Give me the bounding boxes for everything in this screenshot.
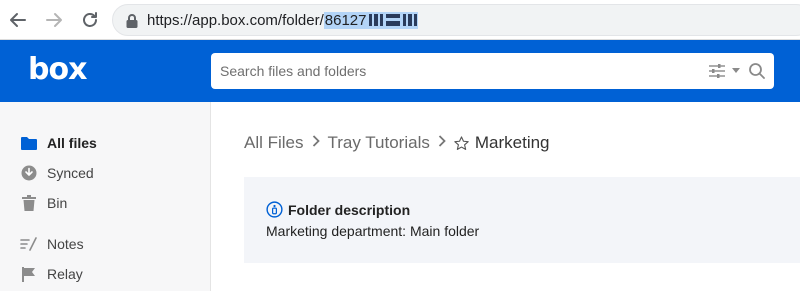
arrow-right-icon bbox=[46, 13, 62, 27]
bin-icon bbox=[20, 194, 38, 212]
search-icon[interactable] bbox=[748, 62, 766, 80]
sidebar-item-label: Bin bbox=[47, 195, 68, 211]
url-base: https://app.box.com/folder/ bbox=[147, 12, 324, 29]
url-text: https://app.box.com/folder/86127 bbox=[147, 11, 419, 31]
filter-sliders-icon[interactable] bbox=[708, 64, 726, 78]
folder-description-title-text: Folder description bbox=[288, 201, 411, 218]
folder-description-text: Marketing department: Main folder bbox=[266, 223, 480, 239]
breadcrumb-item-tray-tutorials[interactable]: Tray Tutorials bbox=[328, 133, 430, 153]
sidebar-item-all-files[interactable]: All files bbox=[20, 132, 97, 154]
sidebar-item-label: All files bbox=[47, 135, 97, 151]
redaction-mark bbox=[369, 14, 384, 26]
chevron-down-icon[interactable] bbox=[732, 68, 740, 74]
address-bar[interactable]: https://app.box.com/folder/86127 bbox=[112, 4, 800, 36]
relay-icon bbox=[20, 265, 38, 283]
notes-icon bbox=[20, 235, 38, 253]
search-bar[interactable]: Search files and folders bbox=[211, 53, 774, 89]
forward-button[interactable] bbox=[42, 8, 66, 32]
chevron-right-icon bbox=[312, 134, 320, 152]
sidebar-item-relay[interactable]: Relay bbox=[20, 263, 83, 285]
sidebar-item-label: Relay bbox=[47, 266, 83, 282]
redaction-mark bbox=[403, 14, 418, 26]
breadcrumb-item-all-files[interactable]: All Files bbox=[244, 133, 304, 153]
redaction-mark bbox=[386, 14, 401, 26]
box-logo[interactable]: box bbox=[28, 54, 87, 86]
sidebar-item-bin[interactable]: Bin bbox=[20, 192, 67, 214]
sidebar-item-label: Notes bbox=[47, 236, 84, 252]
sidebar-item-notes[interactable]: Notes bbox=[20, 233, 84, 255]
info-icon bbox=[266, 201, 283, 218]
url-selected: 86127 bbox=[323, 12, 419, 29]
app-header: box Search files and folders bbox=[0, 40, 800, 102]
synced-icon bbox=[20, 164, 38, 182]
sidebar: All files Synced Bin Notes Relay bbox=[0, 102, 211, 291]
breadcrumb-current-folder: Marketing bbox=[474, 133, 550, 152]
browser-toolbar: https://app.box.com/folder/86127 bbox=[0, 0, 800, 40]
star-icon[interactable] bbox=[454, 135, 469, 151]
breadcrumb: All Files Tray Tutorials Marketing bbox=[244, 133, 550, 153]
reload-button[interactable] bbox=[78, 8, 102, 32]
search-input[interactable]: Search files and folders bbox=[220, 63, 366, 79]
folder-icon bbox=[20, 134, 38, 152]
chevron-right-icon bbox=[438, 134, 446, 152]
arrow-left-icon bbox=[10, 13, 26, 27]
url-folder-id: 86127 bbox=[324, 12, 367, 29]
lock-icon bbox=[126, 14, 138, 28]
sidebar-item-label: Synced bbox=[47, 165, 94, 181]
folder-description-panel: Folder description Marketing department:… bbox=[244, 177, 800, 263]
sidebar-item-synced[interactable]: Synced bbox=[20, 162, 94, 184]
folder-description-title: Folder description bbox=[266, 201, 410, 218]
back-button[interactable] bbox=[6, 8, 30, 32]
reload-icon bbox=[83, 12, 97, 27]
